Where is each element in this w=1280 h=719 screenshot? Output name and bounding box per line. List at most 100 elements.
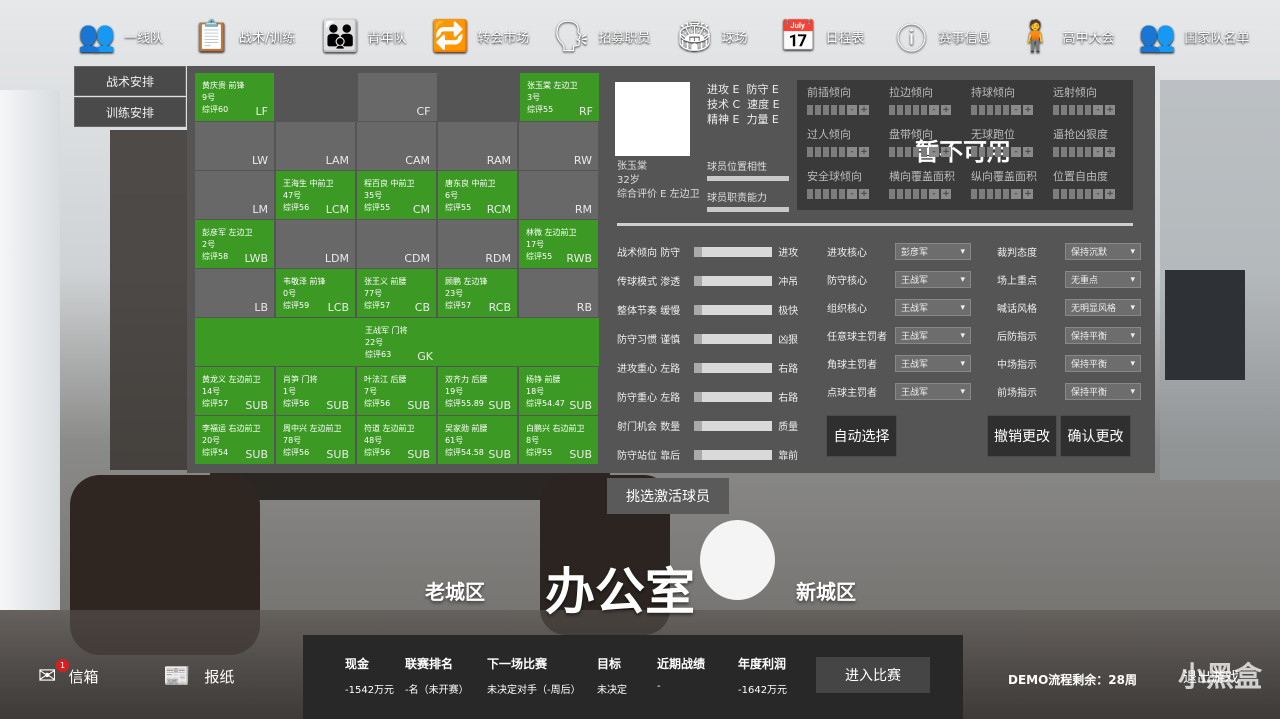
decrease-icon[interactable]: - xyxy=(929,189,939,199)
position-slot[interactable]: 黄庆贵 前锋 9号 综评60 LF xyxy=(195,73,274,121)
dropdown-select[interactable]: 保持沉默 ▾ xyxy=(1065,243,1141,260)
position-slot[interactable]: LDM xyxy=(276,220,355,268)
position-slot[interactable]: LAM xyxy=(276,122,355,170)
slider-track[interactable] xyxy=(694,362,773,373)
nav-recruit[interactable]: 🗣 招募职员 xyxy=(552,8,650,64)
cancel-changes-button[interactable]: 撤销更改 xyxy=(987,415,1057,457)
tactic-slider[interactable]: 整体节奏 缓慢 极快 xyxy=(617,302,798,317)
position-slot[interactable]: RW xyxy=(519,122,598,170)
slider-knob[interactable] xyxy=(694,391,703,402)
decrease-icon[interactable]: - xyxy=(929,147,939,157)
nav-team[interactable]: 👥 一线队 xyxy=(78,8,163,64)
position-slot[interactable]: 王海生 中前卫 47号 综评56 LCM xyxy=(276,171,355,219)
tactic-slider[interactable]: 防守习惯 谨慎 凶狠 xyxy=(617,331,798,346)
position-slot[interactable]: 程百良 中前卫 35号 综评55 CM xyxy=(357,171,436,219)
slider-knob[interactable] xyxy=(694,449,703,460)
tactic-slider[interactable]: 战术倾向 防守 进攻 xyxy=(617,244,798,259)
nav-transfer[interactable]: 🔁 转会市场 xyxy=(431,8,530,64)
position-slot[interactable]: RB xyxy=(519,269,598,317)
nav-youth-team[interactable]: 👪 青年队 xyxy=(321,8,407,64)
increase-icon[interactable]: + xyxy=(859,189,869,199)
substitute-slot[interactable]: 李福运 右边前卫 20号 综评54 SUB xyxy=(195,416,274,464)
dropdown-select[interactable]: 王战军 ▾ xyxy=(895,299,971,316)
slider-knob[interactable] xyxy=(694,304,703,315)
nav-info[interactable]: ⓘ 赛事信息 xyxy=(892,8,990,64)
tab-training[interactable]: 训练安排 xyxy=(74,97,186,127)
position-slot[interactable]: RAM xyxy=(438,122,517,170)
decrease-icon[interactable]: - xyxy=(847,105,857,115)
slider-knob[interactable] xyxy=(694,420,703,431)
increase-icon[interactable]: + xyxy=(941,105,951,115)
substitute-slot[interactable]: 符道 左边前卫 48号 综评56 SUB xyxy=(357,416,436,464)
decrease-icon[interactable]: - xyxy=(1093,147,1103,157)
nav-national-team[interactable]: 👥 国家队名单 xyxy=(1139,8,1250,64)
increase-icon[interactable]: + xyxy=(1105,189,1115,199)
nav-student[interactable]: 🧍 高中大会 xyxy=(1017,8,1115,64)
slider-track[interactable] xyxy=(694,391,773,402)
slider-track[interactable] xyxy=(694,449,773,460)
increase-icon[interactable]: + xyxy=(1105,105,1115,115)
position-slot[interactable]: 顾鹏 左边锋 23号 综评57 RCB xyxy=(438,269,517,317)
mailbox-button[interactable]: ✉ 1 信箱 xyxy=(38,659,98,689)
slider-knob[interactable] xyxy=(694,333,703,344)
position-slot[interactable]: CAM xyxy=(357,122,436,170)
slider-track[interactable] xyxy=(694,246,773,257)
position-slot[interactable]: LB xyxy=(195,269,274,317)
position-slot[interactable]: CDM xyxy=(357,220,436,268)
slider-track[interactable] xyxy=(694,275,773,286)
increase-icon[interactable]: + xyxy=(859,147,869,157)
slider-track[interactable] xyxy=(694,333,773,344)
decrease-icon[interactable]: - xyxy=(1011,189,1021,199)
new-town-link[interactable]: 新城区 xyxy=(796,576,856,605)
slider-knob[interactable] xyxy=(694,362,703,373)
position-slot[interactable]: LM xyxy=(195,171,274,219)
increase-icon[interactable]: + xyxy=(1023,147,1033,157)
dropdown-select[interactable]: 保持平衡 ▾ xyxy=(1065,355,1141,372)
substitute-slot[interactable]: 白鹏兴 右边前卫 8号 综评55 SUB xyxy=(519,416,598,464)
substitute-slot[interactable]: 黄龙义 左边前卫 14号 综评57 SUB xyxy=(195,367,274,415)
slider-track[interactable] xyxy=(694,304,773,315)
position-slot[interactable]: 张王义 前腰 77号 综评57 CB xyxy=(357,269,436,317)
dropdown-select[interactable]: 王战军 ▾ xyxy=(895,355,971,372)
dropdown-select[interactable]: 彭彦军 ▾ xyxy=(895,243,971,260)
dropdown-select[interactable]: 无重点 ▾ xyxy=(1065,271,1141,288)
substitute-slot[interactable]: 杨铮 前腰 18号 综评54.47 SUB xyxy=(519,367,598,415)
select-active-players-button[interactable]: 挑选激活球员 xyxy=(607,478,729,514)
tactic-slider[interactable]: 射门机会 数量 质量 xyxy=(617,418,798,433)
substitute-slot[interactable]: 叶法江 后腰 7号 综评56 SUB xyxy=(357,367,436,415)
position-slot[interactable]: 韦敬泽 前锋 0号 综评59 LCB xyxy=(276,269,355,317)
dropdown-select[interactable]: 保持平衡 ▾ xyxy=(1065,327,1141,344)
tactic-slider[interactable]: 进攻重心 左路 右路 xyxy=(617,360,798,375)
newspaper-button[interactable]: 📰 报纸 xyxy=(163,664,234,689)
decrease-icon[interactable]: - xyxy=(1011,147,1021,157)
dropdown-select[interactable]: 王战军 ▾ xyxy=(895,327,971,344)
old-town-link[interactable]: 老城区 xyxy=(425,576,485,605)
tactic-slider[interactable]: 防守重心 左路 右路 xyxy=(617,389,798,404)
nav-tactics-board[interactable]: 📋 战术/训练 xyxy=(193,8,295,64)
dropdown-select[interactable]: 王战军 ▾ xyxy=(895,271,971,288)
slider-knob[interactable] xyxy=(694,246,703,257)
dropdown-select[interactable]: 保持平衡 ▾ xyxy=(1065,383,1141,400)
position-slot[interactable]: CF xyxy=(357,73,437,121)
nav-stadium[interactable]: 🏟 球场 xyxy=(675,8,747,64)
position-slot[interactable]: 唐东良 中前卫 6号 综评55 RCM xyxy=(438,171,517,219)
substitute-slot[interactable]: 肖笋 门将 1号 综评56 SUB xyxy=(276,367,355,415)
auto-select-button[interactable]: 自动选择 xyxy=(826,415,897,457)
nav-calendar[interactable]: 📅 日程表 xyxy=(779,8,865,64)
increase-icon[interactable]: + xyxy=(941,147,951,157)
position-slot[interactable]: RM xyxy=(519,171,598,219)
position-slot[interactable]: 林微 左边前卫 17号 综评55 RWB xyxy=(519,220,598,268)
position-slot[interactable]: 张玉棠 左边卫 3号 综评55 RF xyxy=(520,73,599,121)
increase-icon[interactable]: + xyxy=(1023,105,1033,115)
substitute-slot[interactable]: 双齐力 后腰 19号 综评55.89 SUB xyxy=(438,367,517,415)
substitute-slot[interactable]: 吴家勋 前腰 61号 综评54.58 SUB xyxy=(438,416,517,464)
tactic-slider[interactable]: 传球模式 渗透 冲吊 xyxy=(617,273,798,288)
tactic-slider[interactable]: 防守站位 靠后 靠前 xyxy=(617,447,798,462)
decrease-icon[interactable]: - xyxy=(847,189,857,199)
dropdown-select[interactable]: 无明显风格 ▾ xyxy=(1065,299,1141,316)
goalkeeper-slot[interactable]: 王战军 门将 22号 综评63 GK xyxy=(195,318,599,366)
decrease-icon[interactable]: - xyxy=(847,147,857,157)
substitute-slot[interactable]: 周中兴 左边前卫 78号 综评56 SUB xyxy=(276,416,355,464)
enter-match-button[interactable]: 进入比赛 xyxy=(816,657,930,693)
decrease-icon[interactable]: - xyxy=(1093,189,1103,199)
